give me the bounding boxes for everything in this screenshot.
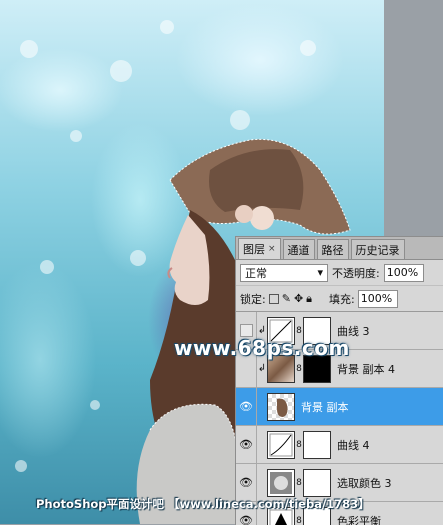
tab-history[interactable]: 历史记录 [351,239,405,259]
clip-arrow-icon: ↲ [257,325,267,336]
lock-transparency-icon[interactable] [269,294,279,304]
eye-icon: 👁︎ [239,514,253,525]
lock-fill-row: 锁定: ✎ ✥ 🔒︎ 填充: 100% [236,286,443,312]
lock-label: 锁定: [240,291,266,307]
layer-row-curves-4[interactable]: 👁︎ 8 曲线 4 [236,426,443,464]
blend-opacity-row: 正常 ▾ 不透明度: 100% [236,260,443,286]
photo-thumbnail [267,393,295,421]
footer-watermark: PhotoShop平面设计吧 【www.lineca.com/tieba/178… [36,496,370,512]
layer-name: 背景 副本 [301,399,349,415]
site-watermark: www.68ps.com [174,336,350,360]
lock-move-icon[interactable]: ✥ [294,292,303,305]
layer-mask-thumbnail[interactable] [303,431,331,459]
opacity-label: 不透明度: [332,265,380,281]
blend-mode-value: 正常 [245,265,267,281]
layer-name: 选取颜色 3 [337,475,392,491]
layer-name: 曲线 4 [337,437,370,453]
layer-row-background-copy[interactable]: 👁︎ 背景 副本 [236,388,443,426]
layers-panel: 图层 × 通道 路径 历史记录 正常 ▾ 不透明度: 100% 锁定: ✎ ✥ … [235,236,443,525]
close-icon[interactable]: × [268,244,276,254]
tab-layers[interactable]: 图层 × [238,238,281,259]
link-icon[interactable]: 8 [295,478,303,488]
curves-thumbnail-icon [267,431,295,459]
visibility-toggle[interactable]: 👁︎ [236,426,257,463]
layer-name: 色彩平衡 [337,513,381,525]
blend-mode-select[interactable]: 正常 ▾ [240,264,328,282]
fill-field[interactable]: 100% [358,290,398,308]
tab-label: 通道 [288,242,310,258]
link-icon[interactable]: 8 [295,440,303,450]
clip-arrow-icon: ↲ [257,363,267,374]
tab-channels[interactable]: 通道 [283,239,315,259]
tab-label: 历史记录 [356,242,400,258]
lock-paint-icon[interactable]: ✎ [282,292,291,305]
tab-label: 图层 [243,241,265,257]
chevron-down-icon: ▾ [317,266,323,279]
layer-name: 背景 副本 4 [337,361,395,377]
eye-icon: 👁︎ [239,438,253,451]
opacity-value: 100% [387,266,418,279]
fill-label: 填充: [329,291,355,307]
panel-tabs: 图层 × 通道 路径 历史记录 [236,237,443,260]
layer-mask-thumbnail[interactable] [303,469,331,497]
tab-paths[interactable]: 路径 [317,239,349,259]
link-icon[interactable]: 8 [295,364,303,374]
tab-label: 路径 [322,242,344,258]
lock-all-icon[interactable]: 🔒︎ [306,292,312,306]
fill-value: 100% [361,292,392,305]
eye-icon: 👁︎ [239,400,253,413]
eye-icon: 👁︎ [239,476,253,489]
opacity-field[interactable]: 100% [384,264,424,282]
visibility-toggle[interactable]: 👁︎ [236,388,257,425]
selective-color-thumbnail-icon [267,469,295,497]
link-icon[interactable]: 8 [295,326,303,336]
